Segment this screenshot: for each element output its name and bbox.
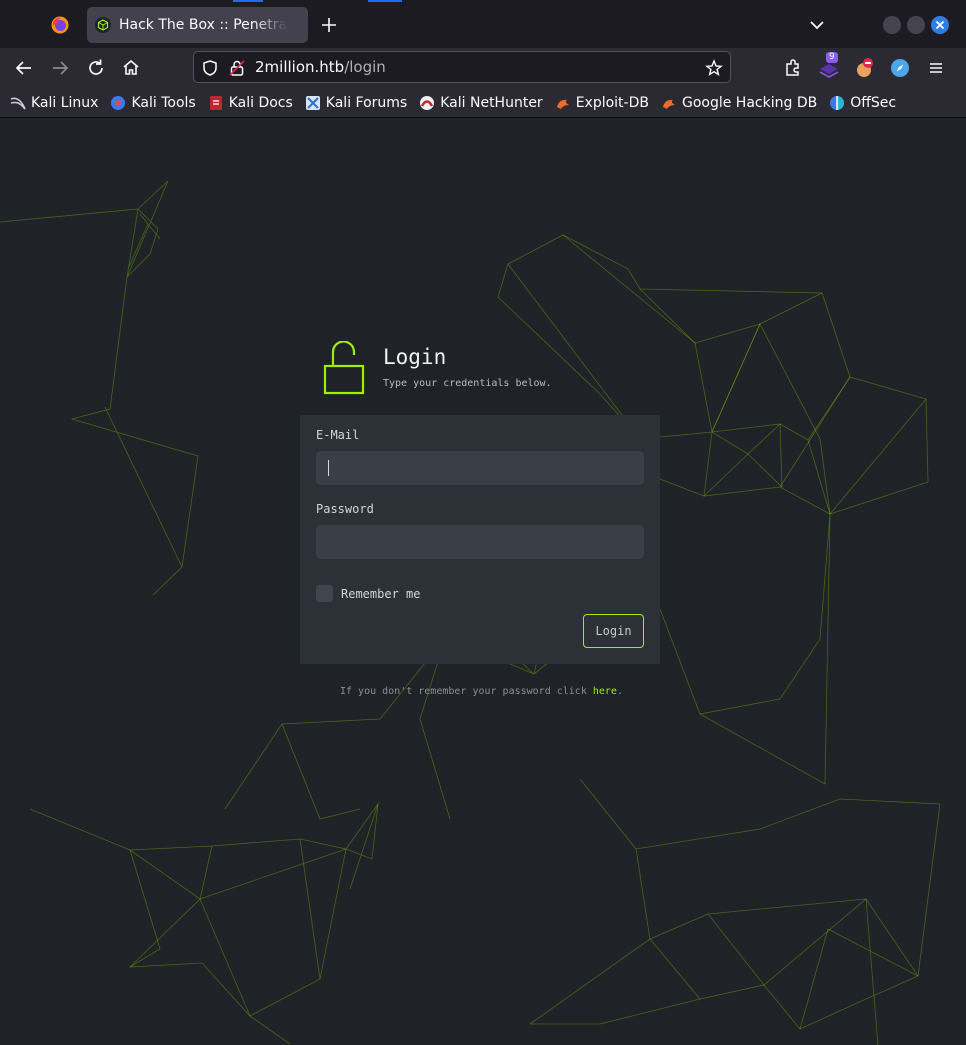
extensions-puzzle-icon[interactable] bbox=[782, 57, 804, 79]
extension-compass-icon[interactable] bbox=[889, 57, 911, 79]
tab-indicator bbox=[233, 0, 263, 2]
exploit-db-icon bbox=[556, 99, 569, 109]
login-form: E-Mail Password Remember me Login bbox=[300, 415, 660, 664]
email-label: E-Mail bbox=[316, 428, 360, 442]
login-button[interactable]: Login bbox=[583, 614, 644, 648]
active-tab[interactable]: Hack The Box :: Penetration Testing Labs bbox=[87, 7, 308, 43]
email-field[interactable] bbox=[316, 451, 644, 485]
reload-icon[interactable] bbox=[85, 57, 107, 79]
extension-avatar-icon[interactable] bbox=[853, 57, 875, 79]
bookmark-google-hacking-db[interactable]: Google Hacking DB bbox=[661, 95, 817, 111]
kali-forums-icon bbox=[305, 95, 320, 110]
ghdb-icon bbox=[662, 99, 675, 109]
password-field[interactable] bbox=[316, 525, 644, 559]
navigation-toolbar: 2million.htb/login 9 bbox=[0, 48, 966, 88]
tab-indicator bbox=[368, 0, 402, 2]
kali-tools-icon bbox=[111, 95, 126, 110]
chevron-down-icon[interactable] bbox=[808, 16, 826, 34]
shield-icon[interactable] bbox=[201, 59, 219, 77]
login-header: Login Type your credentials below. bbox=[323, 339, 663, 399]
back-arrow-icon[interactable] bbox=[13, 57, 35, 79]
forgot-password-text: If you don't remember your password clic… bbox=[340, 686, 623, 697]
page-title: Login bbox=[383, 345, 447, 369]
remember-me-checkbox[interactable] bbox=[316, 585, 333, 602]
firefox-icon[interactable] bbox=[50, 15, 70, 35]
new-tab-icon[interactable] bbox=[318, 14, 340, 36]
text-cursor bbox=[328, 460, 329, 476]
tab-strip: Hack The Box :: Penetration Testing Labs bbox=[0, 0, 966, 48]
star-bookmark-icon[interactable] bbox=[705, 59, 723, 77]
page-viewport: Login Type your credentials below. E-Mai… bbox=[0, 119, 960, 1045]
insecure-lock-icon[interactable] bbox=[228, 59, 246, 77]
home-icon[interactable] bbox=[120, 57, 142, 79]
remember-me-label[interactable]: Remember me bbox=[341, 587, 420, 601]
bookmark-kali-tools[interactable]: Kali Tools bbox=[110, 95, 196, 111]
kali-docs-icon bbox=[209, 95, 222, 110]
page-scroll-edge bbox=[960, 119, 966, 1045]
url-path: /login bbox=[344, 58, 386, 76]
url-host: 2million.htb bbox=[255, 58, 345, 76]
bookmark-kali-forums[interactable]: Kali Forums bbox=[305, 95, 407, 111]
hamburger-menu-icon[interactable] bbox=[925, 57, 947, 79]
nethunter-icon bbox=[420, 95, 435, 110]
kali-dragon-icon bbox=[10, 97, 26, 109]
forward-arrow-icon[interactable] bbox=[49, 57, 71, 79]
bookmark-offsec[interactable]: OffSec bbox=[829, 95, 896, 111]
minimize-window-button[interactable] bbox=[883, 16, 901, 34]
extension-badge: 9 bbox=[826, 52, 838, 63]
offsec-icon bbox=[830, 95, 845, 110]
password-label: Password bbox=[316, 502, 374, 516]
close-icon bbox=[935, 20, 945, 30]
maximize-window-button[interactable] bbox=[907, 16, 925, 34]
bookmark-kali-nethunter[interactable]: Kali NetHunter bbox=[419, 95, 543, 111]
bookmark-kali-linux[interactable]: Kali Linux bbox=[10, 95, 98, 111]
bookmark-exploit-db[interactable]: Exploit-DB bbox=[555, 95, 649, 111]
url-text[interactable]: 2million.htb/login bbox=[255, 58, 386, 76]
page-subtitle: Type your credentials below. bbox=[383, 378, 552, 389]
htb-cube-icon bbox=[95, 17, 111, 33]
bookmarks-toolbar: Kali Linux Kali Tools Kali Docs Kali For… bbox=[0, 88, 966, 118]
tab-title: Hack The Box :: Penetration Testing Labs bbox=[119, 17, 287, 33]
close-window-button[interactable] bbox=[931, 16, 949, 34]
unlocked-padlock-icon bbox=[323, 341, 365, 395]
address-bar[interactable]: 2million.htb/login bbox=[193, 51, 731, 83]
forgot-password-link[interactable]: here bbox=[593, 686, 617, 697]
bookmark-kali-docs[interactable]: Kali Docs bbox=[208, 95, 293, 111]
